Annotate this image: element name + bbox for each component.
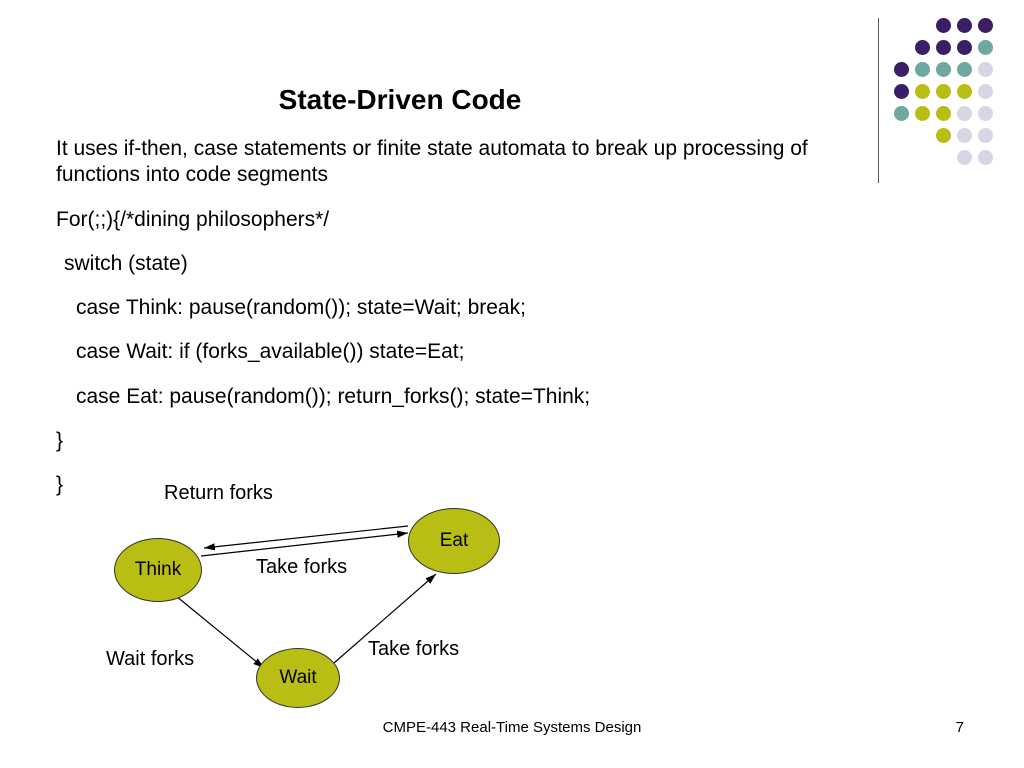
slide-body: It uses if-then, case statements or fini… — [56, 136, 816, 516]
edge-label-return: Return forks — [164, 482, 273, 505]
code-line: For(;;){/*dining philosophers*/ — [56, 207, 816, 233]
state-diagram: Think Eat Wait Return forks Take forks W… — [56, 478, 616, 738]
state-label: Think — [135, 559, 181, 581]
decorative-dot-grid — [891, 18, 996, 172]
footer-text: CMPE-443 Real-Time Systems Design — [0, 719, 1024, 736]
intro-text: It uses if-then, case statements or fini… — [56, 136, 816, 189]
edge-label-wait: Wait forks — [106, 648, 194, 671]
slide-title: State-Driven Code — [0, 84, 800, 116]
page-number: 7 — [956, 719, 964, 736]
state-label: Eat — [440, 530, 469, 552]
code-line: case Wait: if (forks_available()) state=… — [56, 339, 816, 365]
slide: State-Driven Code It uses if-then, case … — [0, 0, 1024, 768]
divider-line — [878, 18, 879, 183]
state-wait: Wait — [256, 648, 340, 708]
code-line: case Think: pause(random()); state=Wait;… — [56, 295, 816, 321]
code-line: } — [56, 428, 816, 454]
code-line: switch (state) — [56, 251, 816, 277]
state-eat: Eat — [408, 508, 500, 574]
edge-label-take: Take forks — [368, 638, 459, 661]
diagram-arrows — [56, 478, 616, 738]
code-line: case Eat: pause(random()); return_forks(… — [56, 384, 816, 410]
state-think: Think — [114, 538, 202, 602]
edge-label-take: Take forks — [256, 556, 347, 579]
state-label: Wait — [279, 667, 316, 689]
